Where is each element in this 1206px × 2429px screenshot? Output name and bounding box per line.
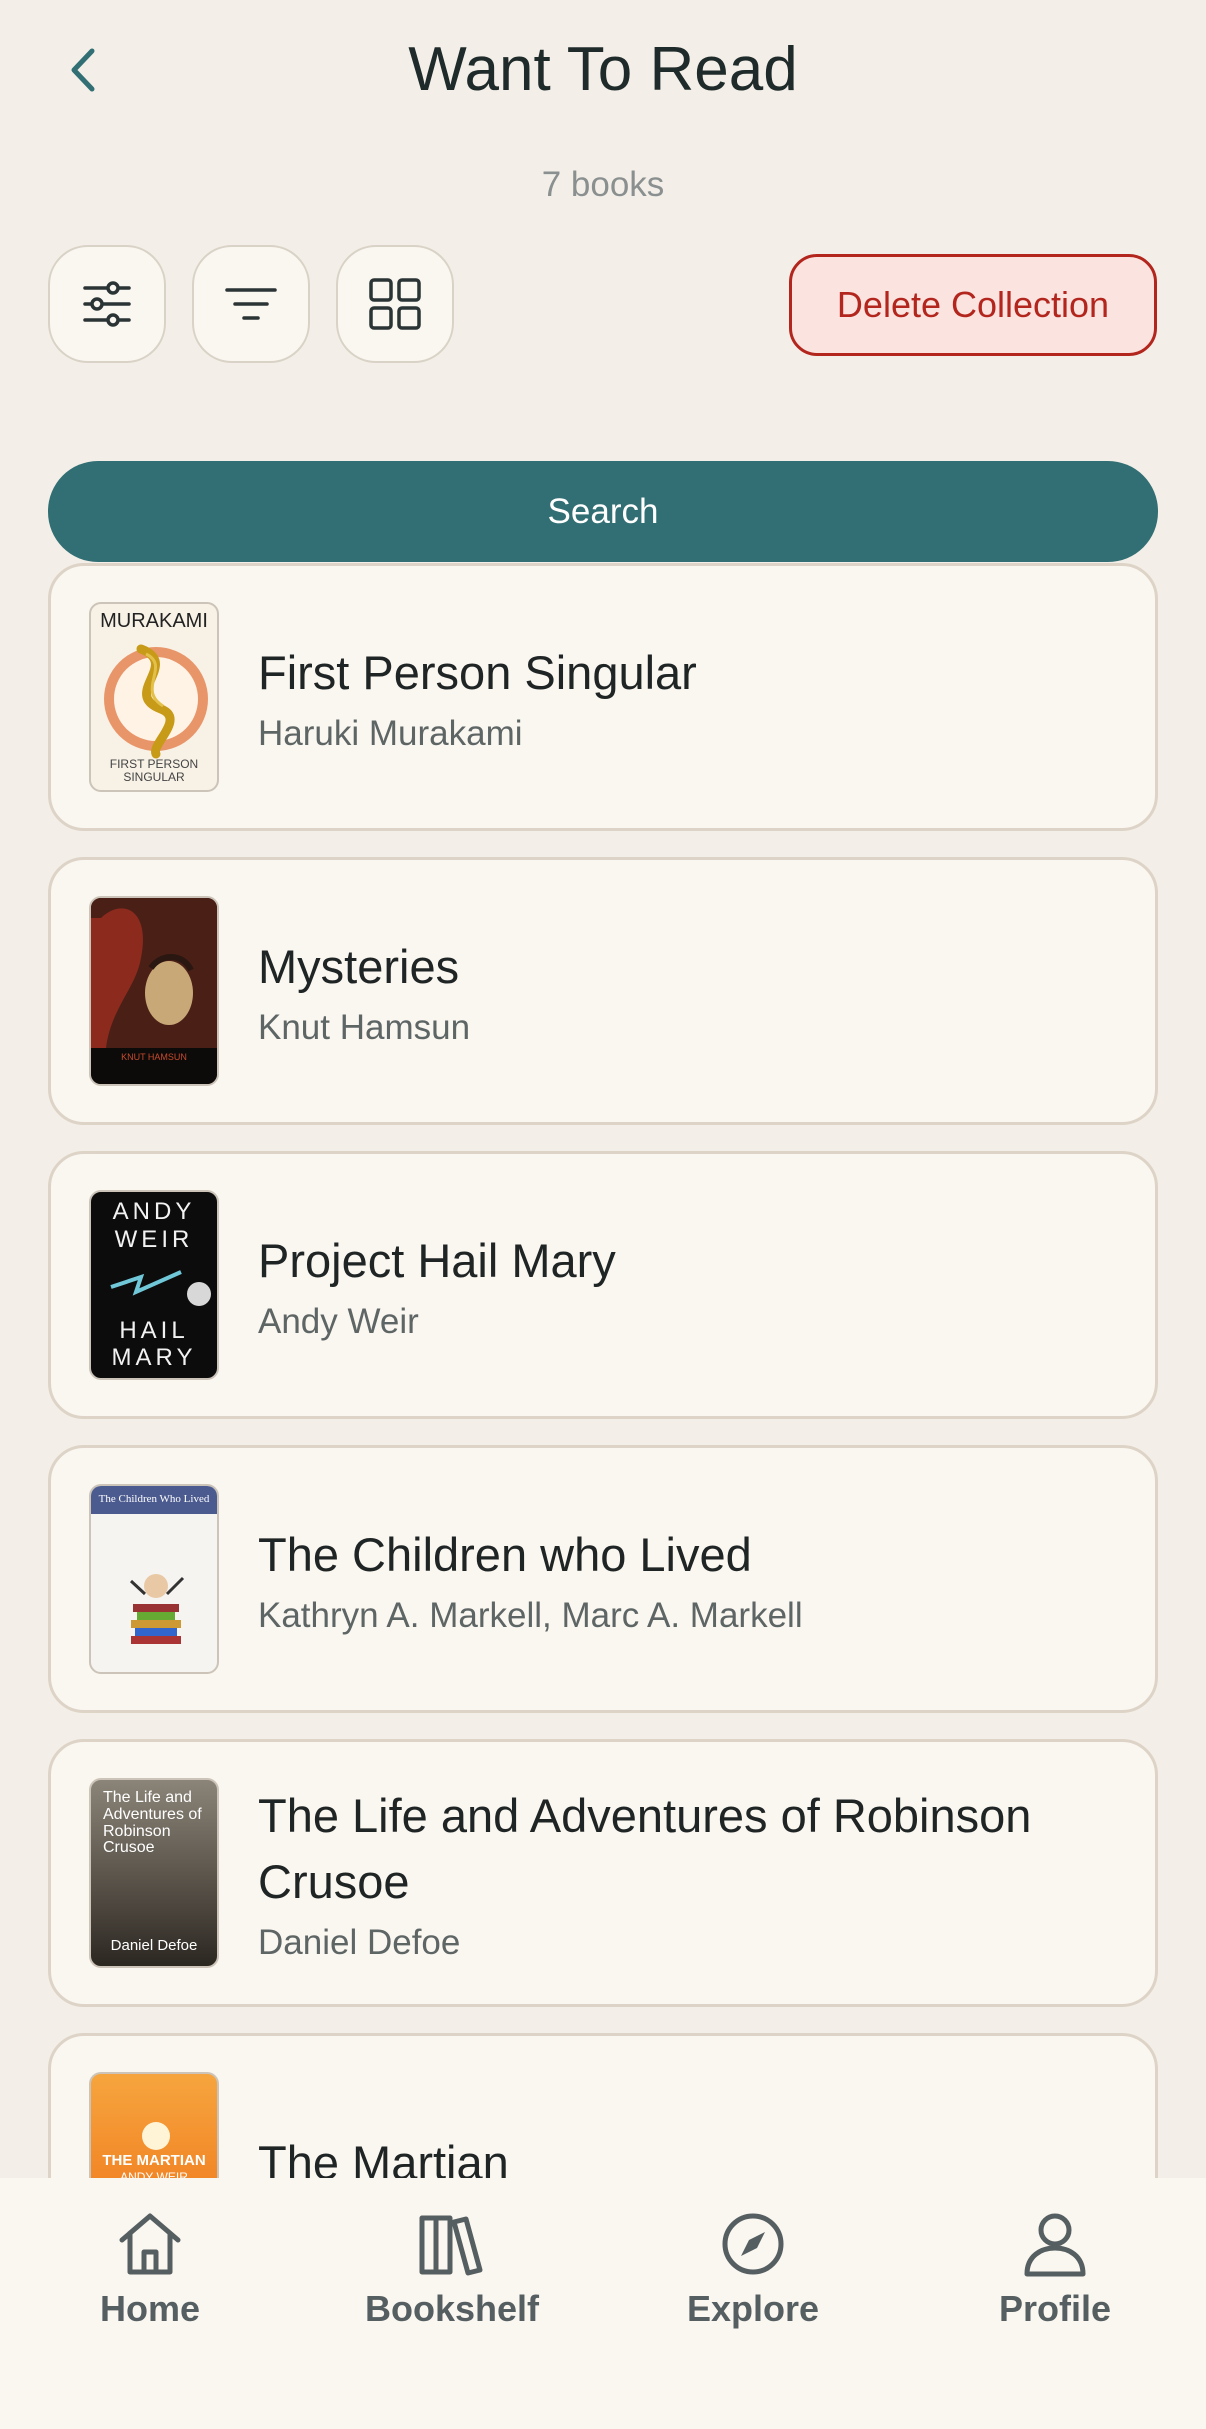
- cover-top-text: The Life and Adventures of Robinson Crus…: [103, 1789, 202, 1857]
- book-count: 7 books: [541, 165, 665, 204]
- nav-profile-label: Profile: [998, 2288, 1112, 2329]
- delete-collection-button[interactable]: Delete Collection: [789, 254, 1157, 356]
- book-author: Haruki Murakami: [258, 713, 523, 753]
- book-cover: KNUT HAMSUN: [89, 896, 219, 1086]
- cover-bottom-text: FIRST PERSON SINGULAR: [109, 756, 199, 784]
- book-author: Andy Weir: [258, 1301, 419, 1341]
- sliders-icon: [83, 281, 131, 327]
- home-icon: [119, 2213, 181, 2275]
- cover-top-text: THE MARTIAN: [102, 2152, 206, 2169]
- grid-icon: [369, 278, 421, 330]
- book-card[interactable]: The Children Who Lived The Children who …: [48, 1445, 1158, 1713]
- book-title: First Person Singular: [258, 646, 697, 700]
- nav-home-label: Home: [99, 2288, 201, 2329]
- book-cover: The Life and Adventures of Robinson Crus…: [89, 1778, 219, 1968]
- book-title: The Children who Lived: [258, 1528, 752, 1582]
- nav-explore-label: Explore: [686, 2288, 820, 2329]
- book-cover: MURAKAMI FIRST PERSON SINGULAR: [89, 602, 219, 792]
- book-card[interactable]: MURAKAMI FIRST PERSON SINGULAR First Per…: [48, 563, 1158, 831]
- grid-view-button[interactable]: [336, 245, 454, 363]
- nav-explore[interactable]: Explore: [628, 2208, 878, 2348]
- book-list: MURAKAMI FIRST PERSON SINGULAR First Per…: [48, 563, 1158, 2178]
- book-title: The Martian: [258, 2136, 509, 2178]
- adjust-button[interactable]: [48, 245, 166, 363]
- book-card[interactable]: ANDY WEIR HAIL MARY Project Hail Mary An…: [48, 1151, 1158, 1419]
- book-title: Mysteries: [258, 940, 460, 994]
- nav-home[interactable]: Home: [25, 2208, 275, 2348]
- search-button[interactable]: Search: [48, 461, 1158, 562]
- book-title: Project Hail Mary: [258, 1234, 616, 1288]
- cover-bottom-text: KNUT HAMSUN: [121, 1052, 187, 1062]
- user-icon: [1024, 2213, 1086, 2277]
- nav-profile[interactable]: Profile: [930, 2208, 1180, 2348]
- nav-bookshelf-label: Bookshelf: [364, 2288, 540, 2329]
- book-cover: THE MARTIAN ANDY WEIR: [89, 2072, 219, 2178]
- book-author: Knut Hamsun: [258, 1007, 471, 1047]
- cover-bottom-text: Daniel Defoe: [110, 1937, 198, 1954]
- page-title: Want To Read: [408, 35, 798, 104]
- book-cover: ANDY WEIR HAIL MARY: [89, 1190, 219, 1380]
- cover-art: [129, 1574, 185, 1644]
- cover-bottom-text: HAIL MARY: [111, 1316, 197, 1372]
- book-author: Daniel Defoe: [258, 1922, 461, 1962]
- book-cover: The Children Who Lived: [89, 1484, 219, 1674]
- compass-icon: [722, 2213, 784, 2275]
- filter-button[interactable]: [192, 245, 310, 363]
- filter-icon: [225, 288, 277, 320]
- book-card[interactable]: KNUT HAMSUN Mysteries Knut Hamsun: [48, 857, 1158, 1125]
- book-author: Kathryn A. Markell, Marc A. Markell: [258, 1595, 803, 1635]
- nav-bookshelf[interactable]: Bookshelf: [327, 2208, 577, 2348]
- book-title: The Life and Adventures of Robinson Crus…: [258, 1789, 1032, 1908]
- book-card[interactable]: The Life and Adventures of Robinson Crus…: [48, 1739, 1158, 2007]
- cover-bottom-text: ANDY WEIR: [120, 2170, 188, 2178]
- bottom-nav: Home Bookshelf Explore Profile: [0, 2178, 1206, 2429]
- header: Want To Read: [0, 0, 1206, 150]
- book-card[interactable]: THE MARTIAN ANDY WEIR The Martian: [48, 2033, 1158, 2178]
- bookshelf-icon: [419, 2215, 483, 2276]
